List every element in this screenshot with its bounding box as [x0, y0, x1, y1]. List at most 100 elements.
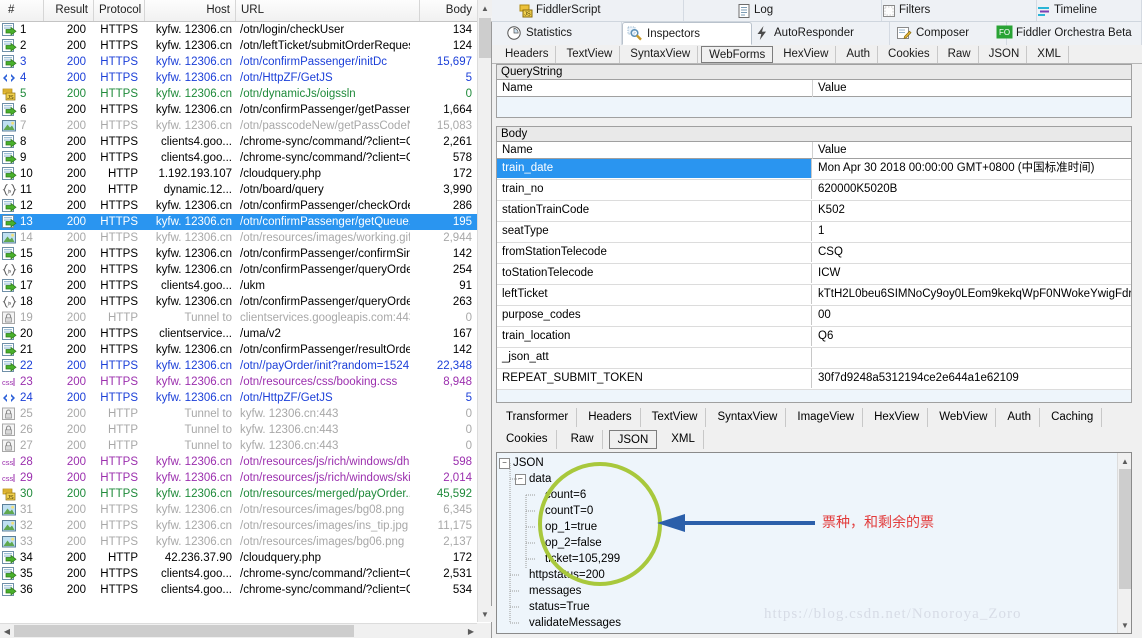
- table-row[interactable]: JS 5 200 HTTPS kyfw. 12306.cn/otn/dynamicJs/…: [0, 86, 478, 102]
- collapse-icon[interactable]: −: [499, 458, 510, 469]
- json-scroll-thumb[interactable]: [1119, 469, 1131, 589]
- tab-composer[interactable]: Composer: [892, 22, 1007, 45]
- tab-inspectors[interactable]: Inspectors: [622, 22, 752, 45]
- table-row[interactable]: 31 200 HTTPS kyfw. 12306.cn/otn/resources/i…: [0, 502, 478, 518]
- response-tab-raw[interactable]: Raw: [563, 430, 603, 449]
- table-row[interactable]: 22 200 HTTPS kyfw. 12306.cn/otn//payOrder/i…: [0, 358, 478, 374]
- table-row[interactable]: js 18 200 HTTPS kyfw. 12306.cn/otn/confirmPa…: [0, 294, 478, 310]
- table-row[interactable]: 21 200 HTTPS kyfw. 12306.cn/otn/confirmPass…: [0, 342, 478, 358]
- request-tab-auth[interactable]: Auth: [839, 46, 879, 63]
- table-row[interactable]: 15 200 HTTPS kyfw. 12306.cn/otn/confirmPass…: [0, 246, 478, 262]
- response-tab-headers[interactable]: Headers: [580, 408, 641, 427]
- table-row[interactable]: js 11 200 HTTP dynamic.12... /otn/board/query…: [0, 182, 478, 198]
- request-tab-textview[interactable]: TextView: [559, 46, 621, 63]
- scroll-right-icon[interactable]: ▶: [464, 624, 478, 638]
- sessions-hscroll-thumb[interactable]: [14, 625, 354, 637]
- response-tab-auth[interactable]: Auth: [999, 408, 1041, 427]
- table-row[interactable]: 32 200 HTTPS kyfw. 12306.cn/otn/resources/i…: [0, 518, 478, 534]
- scroll-down-icon[interactable]: ▼: [478, 606, 492, 622]
- top-tab-row[interactable]: JS FiddlerScript Log Filters Timeline: [492, 0, 1142, 22]
- response-tab-syntaxview[interactable]: SyntaxView: [709, 408, 787, 427]
- scroll-left-icon[interactable]: ◀: [0, 624, 14, 638]
- table-row[interactable]: 9 200 HTTPS clients4.goo... /chrome-sync/com…: [0, 150, 478, 166]
- tab-fiddlerscript[interactable]: JS FiddlerScript: [514, 0, 684, 21]
- table-row[interactable]: css 23 200 HTTPS kyfw. 12306.cn/otn/resource…: [0, 374, 478, 390]
- table-row[interactable]: js 16 200 HTTPS kyfw. 12306.cn/otn/confirmPa…: [0, 262, 478, 278]
- request-tab-headers[interactable]: Headers: [498, 46, 557, 63]
- sessions-grid[interactable]: 1 200 HTTPS kyfw. 12306.cn/otn/login/checkU…: [0, 22, 478, 622]
- table-row[interactable]: 14 200 HTTPS kyfw. 12306.cn/otn/resources/i…: [0, 230, 478, 246]
- form-field-row[interactable]: REPEAT_SUBMIT_TOKEN 30f7d9248a5312194ce2e…: [497, 369, 1131, 390]
- form-field-row[interactable]: train_date Mon Apr 30 2018 00:00:00 GMT+0…: [497, 159, 1131, 180]
- column-header-host[interactable]: Host: [145, 0, 236, 21]
- column-header-url[interactable]: URL: [236, 0, 420, 21]
- json-scroll-down-icon[interactable]: ▼: [1118, 617, 1131, 633]
- response-inspector-tabs[interactable]: Transformer Headers TextView SyntaxView Imag…: [492, 408, 1142, 450]
- table-row[interactable]: 3 200 HTTPS kyfw. 12306.cn/otn/confirmPasse…: [0, 54, 478, 70]
- response-tab-imageview[interactable]: ImageView: [789, 408, 864, 427]
- form-field-row[interactable]: fromStationTelecode CSQ: [497, 243, 1131, 264]
- tab-log[interactable]: Log: [732, 0, 882, 21]
- form-field-row[interactable]: stationTrainCode K502: [497, 201, 1131, 222]
- table-row[interactable]: 26 200 HTTP Tunnel to kyfw. 12306.cn:443 0: [0, 422, 478, 438]
- table-row[interactable]: 4 200 HTTPS kyfw. 12306.cn/otn/HttpZF/GetJS…: [0, 70, 478, 86]
- form-field-row[interactable]: train_no 620000K5020B: [497, 180, 1131, 201]
- response-tab-xml[interactable]: XML: [663, 430, 704, 449]
- response-tab-caching[interactable]: Caching: [1043, 408, 1103, 427]
- request-tab-raw[interactable]: Raw: [941, 46, 979, 63]
- json-tree-view[interactable]: − JSON − data count=6 countT=0 op_1=true op_2=f…: [496, 452, 1132, 634]
- table-row[interactable]: 13 200 HTTPS kyfw. 12306.cn/otn/confirmPass…: [0, 214, 478, 230]
- response-tab-hexview[interactable]: HexView: [866, 408, 929, 427]
- table-row[interactable]: css 29 200 HTTPS kyfw. 12306.cn/otn/resource…: [0, 470, 478, 486]
- form-field-row[interactable]: purpose_codes 00: [497, 306, 1131, 327]
- table-row[interactable]: 25 200 HTTP Tunnel to kyfw. 12306.cn:443 0: [0, 406, 478, 422]
- column-header-protocol[interactable]: Protocol: [94, 0, 145, 21]
- table-row[interactable]: 36 200 HTTPS clients4.goo... /chrome-sync/co…: [0, 582, 478, 598]
- querystring-rows[interactable]: [496, 97, 1132, 118]
- response-tab-json[interactable]: JSON: [608, 430, 658, 449]
- table-row[interactable]: 24 200 HTTPS kyfw. 12306.cn/otn/HttpZF/GetJ…: [0, 390, 478, 406]
- column-header-num[interactable]: #: [0, 0, 44, 21]
- table-row[interactable]: 1 200 HTTPS kyfw. 12306.cn/otn/login/checkU…: [0, 22, 478, 38]
- table-row[interactable]: 10 200 HTTP 1.192.193.107/cloudquery.php 172: [0, 166, 478, 182]
- table-row[interactable]: 33 200 HTTPS kyfw. 12306.cn/otn/resources/i…: [0, 534, 478, 550]
- scroll-up-icon[interactable]: ▲: [478, 0, 492, 16]
- json-vertical-scrollbar[interactable]: ▲ ▼: [1117, 453, 1131, 633]
- form-field-row[interactable]: train_location Q6: [497, 327, 1131, 348]
- request-tab-webforms[interactable]: WebForms: [701, 46, 774, 63]
- column-header-result[interactable]: Result: [44, 0, 94, 21]
- response-tab-textview[interactable]: TextView: [644, 408, 707, 427]
- sessions-column-header[interactable]: # Result Protocol Host URL Body: [0, 0, 492, 22]
- tab-filters[interactable]: Filters: [877, 0, 1037, 21]
- collapse-icon[interactable]: −: [515, 474, 526, 485]
- table-row[interactable]: 19 200 HTTP Tunnel to clientservices.googlea…: [0, 310, 478, 326]
- form-field-row[interactable]: _json_att: [497, 348, 1131, 369]
- table-row[interactable]: 34 200 HTTP 42.236.37.90/cloudquery.php 172: [0, 550, 478, 566]
- tab-autoresponder[interactable]: AutoResponder: [750, 22, 890, 45]
- request-tab-json[interactable]: JSON: [982, 46, 1028, 63]
- table-row[interactable]: 7 200 HTTPS kyfw. 12306.cn/otn/passcodeNew/…: [0, 118, 478, 134]
- request-tab-xml[interactable]: XML: [1030, 46, 1069, 63]
- table-row[interactable]: 12 200 HTTPS kyfw. 12306.cn/otn/confirmPass…: [0, 198, 478, 214]
- table-row[interactable]: 2 200 HTTPS kyfw. 12306.cn/otn/leftTicket/s…: [0, 38, 478, 54]
- response-tab-transformer[interactable]: Transformer: [498, 408, 578, 427]
- table-row[interactable]: 20 200 HTTPS clientservice... /uma/v2 167: [0, 326, 478, 342]
- table-row[interactable]: 17 200 HTTPS clients4.goo... /ukm 91: [0, 278, 478, 294]
- tab-statistics[interactable]: Statistics: [502, 22, 622, 45]
- tab-timeline[interactable]: Timeline: [1032, 0, 1142, 21]
- main-tab-row[interactable]: Statistics Inspectors AutoResponder Compose…: [492, 22, 1142, 45]
- form-field-row[interactable]: leftTicket kTtH2L0beu6SIMNoCy9oy0LEom9kek…: [497, 285, 1131, 306]
- table-row[interactable]: css 28 200 HTTPS kyfw. 12306.cn/otn/resource…: [0, 454, 478, 470]
- request-inspector-tabs[interactable]: Headers TextView SyntaxView WebForms HexView…: [492, 45, 1142, 64]
- sessions-vertical-scrollbar[interactable]: ▲ ▼: [477, 0, 492, 622]
- table-row[interactable]: 27 200 HTTP Tunnel to kyfw. 12306.cn:443 0: [0, 438, 478, 454]
- request-tab-hexview[interactable]: HexView: [776, 46, 837, 63]
- sessions-horizontal-scrollbar[interactable]: ◀ ▶: [0, 623, 478, 638]
- request-tab-cookies[interactable]: Cookies: [881, 46, 938, 63]
- request-tab-syntaxview[interactable]: SyntaxView: [623, 46, 699, 63]
- tab-fiddler-orchestra-beta[interactable]: FO Fiddler Orchestra Beta: [992, 22, 1142, 45]
- response-tab-webview[interactable]: WebView: [931, 408, 997, 427]
- table-row[interactable]: 6 200 HTTPS kyfw. 12306.cn/otn/confirmPasse…: [0, 102, 478, 118]
- table-row[interactable]: 8 200 HTTPS clients4.goo... /chrome-sync/com…: [0, 134, 478, 150]
- table-row[interactable]: JS 30 200 HTTPS kyfw. 12306.cn/otn/resources…: [0, 486, 478, 502]
